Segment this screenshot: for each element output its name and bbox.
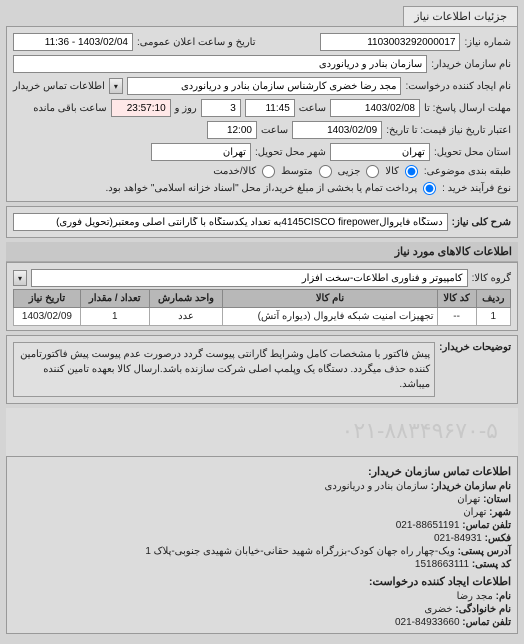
td-code: -- [437,308,476,326]
label-item-group: گروه کالا: [472,273,511,284]
label-reply-deadline: مهلت ارسال پاسخ: تا [424,103,511,114]
input-requester[interactable] [127,77,402,95]
value-c-buyer-name: سازمان بنادر و دریانوردی [325,481,428,492]
label-service: کالا/خدمت [213,166,256,177]
th-name: نام کالا [223,290,437,308]
input-delivery-city[interactable] [151,143,251,161]
table-row[interactable]: 1 -- تجهیزات امنیت شبکه فایروال (دیواره … [14,308,511,326]
items-table: ردیف کد کالا نام کالا واحد شمارش تعداد /… [13,289,511,326]
input-need-no[interactable] [320,33,460,51]
tab-need-details[interactable]: جزئیات اطلاعات نیاز [403,6,518,26]
label-creator-name: نام: [496,591,511,602]
value-c-phone: 021-88651191 [396,520,460,531]
radio-purchase-process[interactable] [423,182,436,195]
label-c-city: شهر: [489,507,511,518]
label-creator-family: نام خانوادگی: [455,604,511,615]
radio-partial[interactable] [366,165,379,178]
input-delivery-province[interactable] [330,143,430,161]
th-qty: تعداد / مقدار [80,290,149,308]
input-reply-time[interactable] [245,99,295,117]
label-goods: کالا [385,166,399,177]
value-c-fax: 021-84931 [434,533,482,544]
label-delivery-province: استان محل تحویل: [434,147,511,158]
label-buyer-note: توضیحات خریدار: [439,342,511,353]
text-purchase-process: پرداخت تمام یا بخشی از مبلغ خرید،از محل … [106,183,418,194]
input-days[interactable] [201,99,241,117]
label-need-no: شماره نیاز: [464,37,511,48]
label-buyer-org: نام سازمان خریدار: [431,59,511,70]
value-creator-phone: 021-84933660 [395,617,460,628]
th-row: ردیف [476,290,510,308]
input-item-group[interactable] [31,269,468,287]
label-public-date: تاریخ و ساعت اعلان عمومی: [137,37,256,48]
label-c-fax: فکس: [485,533,511,544]
radio-goods[interactable] [405,165,418,178]
th-unit: واحد شمارش [149,290,223,308]
label-c-postal: کد پستی: [472,559,511,570]
td-unit: عدد [149,308,223,326]
input-remaining [111,99,171,117]
td-name: تجهیزات امنیت شبکه فایروال (دیواره آتش) [223,308,437,326]
td-row: 1 [476,308,510,326]
label-partial: جزیی [338,166,361,177]
th-code: کد کالا [437,290,476,308]
buyer-note-text: پیش فاکتور با مشخصات کامل وشرایط گارانتی… [13,342,435,397]
buyer-contact-button[interactable]: اطلاعات تماس خریدار [13,81,105,92]
input-buyer-org[interactable] [13,55,427,73]
value-c-address: ویک-چهار راه جهان کودک-بزرگراه شهید حقان… [145,546,454,557]
value-c-province: تهران [457,494,480,505]
watermark-zone: ۰۲۱-۸۸۳۴۹۶۷۰-۵ [6,408,518,456]
input-general-title[interactable] [13,213,448,231]
label-validity: اعتبار تاریخ نیاز قیمت: تا تاریخ: [386,125,511,136]
value-creator-name: مجد رضا [457,591,493,602]
watermark-text: ۰۲۱-۸۸۳۴۹۶۷۰-۵ [342,418,498,444]
label-general-title: شرح کلی نیاز: [452,217,511,228]
label-medium: متوسط [281,166,312,177]
td-date: 1403/02/09 [14,308,81,326]
td-qty: 1 [80,308,149,326]
label-reply-time: ساعت [299,103,326,114]
label-c-buyer-name: نام سازمان خریدار: [431,481,511,492]
input-public-date[interactable] [13,33,133,51]
contact-section-title: اطلاعات تماس سازمان خریدار: [13,461,511,480]
label-requester: نام ایجاد کننده درخواست: [405,81,511,92]
buyer-contact-dropdown-icon[interactable]: ▾ [109,78,123,94]
table-header-row: ردیف کد کالا نام کالا واحد شمارش تعداد /… [14,290,511,308]
section-items-title: اطلاعات کالاهای مورد نیاز [6,242,518,262]
creator-info-title: اطلاعات ایجاد کننده درخواست: [13,571,511,590]
value-creator-family: خضری [424,604,452,615]
label-c-province: استان: [483,494,511,505]
item-group-dropdown-icon[interactable]: ▾ [13,270,27,286]
label-c-phone: تلفن تماس: [462,520,511,531]
value-c-city: تهران [463,507,486,518]
input-validity-time[interactable] [207,121,257,139]
label-days: روز و [175,103,197,114]
radio-medium[interactable] [319,165,332,178]
input-validity-date[interactable] [292,121,382,139]
label-creator-phone: تلفن تماس: [462,617,511,628]
label-remaining: ساعت باقی مانده [33,103,106,114]
label-category: طبقه بندی موضوعی: [424,166,511,177]
label-c-address: آدرس پستی: [458,546,511,557]
input-reply-date[interactable] [330,99,420,117]
label-purchase-process: نوع فرآیند خرید : [442,183,511,194]
label-validity-time: ساعت [261,125,288,136]
value-c-postal: 1518663111 [415,559,469,570]
th-date: تاریخ نیاز [14,290,81,308]
radio-service[interactable] [262,165,275,178]
label-delivery-city: شهر محل تحویل: [255,147,326,158]
